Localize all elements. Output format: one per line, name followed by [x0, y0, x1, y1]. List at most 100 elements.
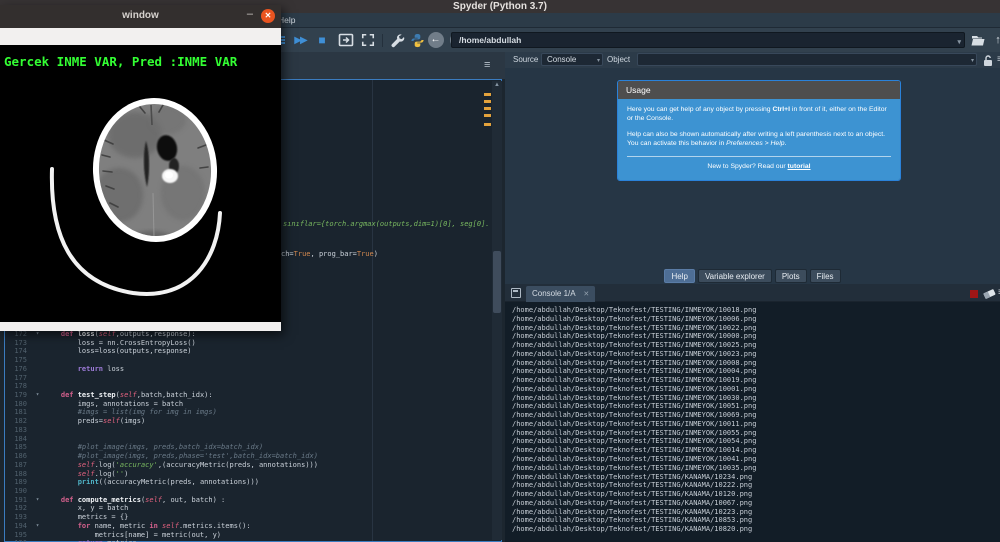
help-content: Usage Here you can get help of any objec… — [505, 68, 1000, 267]
warning-mark[interactable] — [484, 93, 491, 96]
warning-mark[interactable] — [484, 123, 491, 126]
console-line: /home/abdullah/Desktop/Teknofest/TESTING… — [512, 394, 1000, 403]
screen: Spyder (Python 3.7) Help ▶▶ ■ — [0, 0, 1000, 542]
tab-console-1a[interactable]: Console 1/A ✕ — [526, 286, 595, 302]
line-number: 181 — [5, 408, 31, 417]
console-line: /home/abdullah/Desktop/Teknofest/TESTING… — [512, 464, 1000, 473]
warning-mark[interactable] — [484, 107, 491, 110]
code-line[interactable]: 194▾ for name, metric in self.metrics.it… — [5, 522, 493, 531]
fold-marker-icon — [31, 426, 44, 435]
tab-plots[interactable]: Plots — [775, 269, 807, 283]
code-line[interactable]: 186 #plot_image(imgs, preds,phase='test'… — [5, 452, 493, 461]
close-icon[interactable]: ✕ — [583, 291, 589, 298]
cv-window[interactable]: window – ✕ — [0, 5, 281, 331]
code-line[interactable]: 180 imgs, annotations = batch — [5, 400, 493, 409]
interrupt-kernel-button[interactable] — [970, 290, 978, 298]
fold-marker-icon[interactable]: ▾ — [31, 330, 44, 339]
line-number: 187 — [5, 461, 31, 470]
line-number: 174 — [5, 347, 31, 356]
code-line[interactable]: 174 loss=loss(outputs,response) — [5, 347, 493, 356]
tab-files[interactable]: Files — [810, 269, 841, 283]
working-directory-field[interactable]: /home/abdullah ▾ — [451, 32, 965, 48]
line-number: 172 — [5, 330, 31, 339]
code-line[interactable]: 172▾ def loss(self,outputs,response): — [5, 330, 493, 339]
line-number: 184 — [5, 435, 31, 444]
close-button[interactable]: ✕ — [261, 9, 275, 23]
cv-window-titlebar[interactable]: window – ✕ — [0, 5, 281, 28]
editor-options-menu-icon[interactable]: ≡ — [484, 58, 490, 72]
tab-variable-explorer[interactable]: Variable explorer — [698, 269, 772, 283]
code-line[interactable]: 192 x, y = batch — [5, 504, 493, 513]
tutorial-link[interactable]: tutorial — [788, 163, 811, 170]
clear-console-icon[interactable] — [983, 289, 996, 299]
code-line[interactable]: 178 — [5, 382, 493, 391]
code-line[interactable]: 176 return loss — [5, 365, 493, 374]
code-fragment-comment: sınıflar={torch.argmax(outputs,dim=1)[0]… — [283, 220, 490, 228]
fold-marker-icon — [31, 400, 44, 409]
code-line[interactable]: 185 #plot_image(imgs, preds,batch_idx=ba… — [5, 443, 493, 452]
fold-marker-icon[interactable]: ▾ — [31, 391, 44, 400]
code-line[interactable]: 181 #imgs = list(img for img in imgs) — [5, 408, 493, 417]
code-line[interactable]: 177 — [5, 374, 493, 383]
code-line[interactable]: 193 metrics = {} — [5, 513, 493, 522]
line-number: 186 — [5, 452, 31, 461]
code-line[interactable]: 195 metrics[name] = metric(out, y) — [5, 531, 493, 540]
code-line[interactable]: 190 — [5, 487, 493, 496]
code-line[interactable]: 188 self.log('') — [5, 470, 493, 479]
code-line[interactable]: 183 — [5, 426, 493, 435]
object-input[interactable]: ▾ — [637, 53, 977, 66]
console-line: /home/abdullah/Desktop/Teknofest/TESTING… — [512, 490, 1000, 499]
fold-marker-icon — [31, 452, 44, 461]
console-line: /home/abdullah/Desktop/Teknofest/TESTING… — [512, 350, 1000, 359]
console-line: /home/abdullah/Desktop/Teknofest/TESTING… — [512, 429, 1000, 438]
source-select[interactable]: Console ▾ — [541, 53, 603, 66]
code-line[interactable]: 184 — [5, 435, 493, 444]
scroll-up-icon[interactable]: ▲ — [492, 82, 502, 88]
code-line[interactable]: 173 loss = nn.CrossEntropyLoss() — [5, 339, 493, 348]
browse-tabs-icon[interactable] — [511, 288, 521, 298]
chevron-down-icon[interactable]: ▾ — [957, 36, 961, 50]
code-line[interactable]: 175 — [5, 356, 493, 365]
stop-debug-button[interactable]: ■ — [314, 32, 330, 48]
python-env-button[interactable] — [408, 32, 426, 48]
console-line: /home/abdullah/Desktop/Teknofest/TESTING… — [512, 516, 1000, 525]
back-button[interactable]: ← — [426, 32, 445, 48]
code-line[interactable]: 179▾ def test_step(self,batch,batch_idx)… — [5, 391, 493, 400]
console-line: /home/abdullah/Desktop/Teknofest/TESTING… — [512, 315, 1000, 324]
lock-icon[interactable] — [982, 54, 994, 67]
fold-marker-icon — [31, 470, 44, 479]
browse-directory-button[interactable] — [969, 32, 987, 48]
source-select-value: Console — [547, 55, 576, 64]
warning-mark[interactable] — [484, 114, 491, 117]
console-line: /home/abdullah/Desktop/Teknofest/TESTING… — [512, 341, 1000, 350]
line-number: 177 — [5, 374, 31, 383]
code-line[interactable]: 182 preds=self(imgs) — [5, 417, 493, 426]
debug-continue-button[interactable]: ▶▶ — [291, 32, 309, 48]
code-text: def compute_metrics(self, out, batch) : — [44, 496, 225, 505]
tab-help[interactable]: Help — [664, 269, 694, 283]
editor-scrollbar[interactable]: ▲ — [492, 81, 502, 540]
code-line[interactable]: 187 self.log('accuracy',(accuracyMetric(… — [5, 461, 493, 470]
fold-marker-icon[interactable]: ▾ — [31, 522, 44, 531]
ct-scan-canvas: Gercek INME VAR, Pred :INME VAR — [0, 45, 281, 322]
code-lines: 172▾ def loss(self,outputs,response):173… — [5, 330, 493, 542]
line-number: 191 — [5, 496, 31, 505]
parent-directory-button[interactable]: ↑ — [993, 32, 1000, 48]
minimize-icon[interactable]: – — [247, 8, 253, 20]
cv-window-statusbar — [0, 322, 281, 331]
code-text: #plot_image(imgs, preds,batch_idx=batch_… — [44, 443, 263, 452]
code-text: self.log('') — [44, 470, 128, 479]
console-output[interactable]: /home/abdullah/Desktop/Teknofest/TESTING… — [505, 302, 1000, 542]
preferences-button[interactable] — [388, 32, 406, 48]
code-line[interactable]: 191▾ def compute_metrics(self, out, batc… — [5, 496, 493, 505]
cv-window-title: window — [0, 10, 281, 21]
editor-scrollbar-thumb[interactable] — [493, 251, 501, 313]
maximize-pane-button[interactable] — [359, 32, 377, 48]
code-text: print((accuracyMetric(preds, annotations… — [44, 478, 259, 487]
code-line[interactable]: 189 print((accuracyMetric(preds, annotat… — [5, 478, 493, 487]
ct-brain-image — [0, 45, 281, 322]
fold-marker-icon — [31, 443, 44, 452]
pane-layout-button[interactable] — [337, 32, 355, 48]
warning-mark[interactable] — [484, 100, 491, 103]
fold-marker-icon[interactable]: ▾ — [31, 496, 44, 505]
